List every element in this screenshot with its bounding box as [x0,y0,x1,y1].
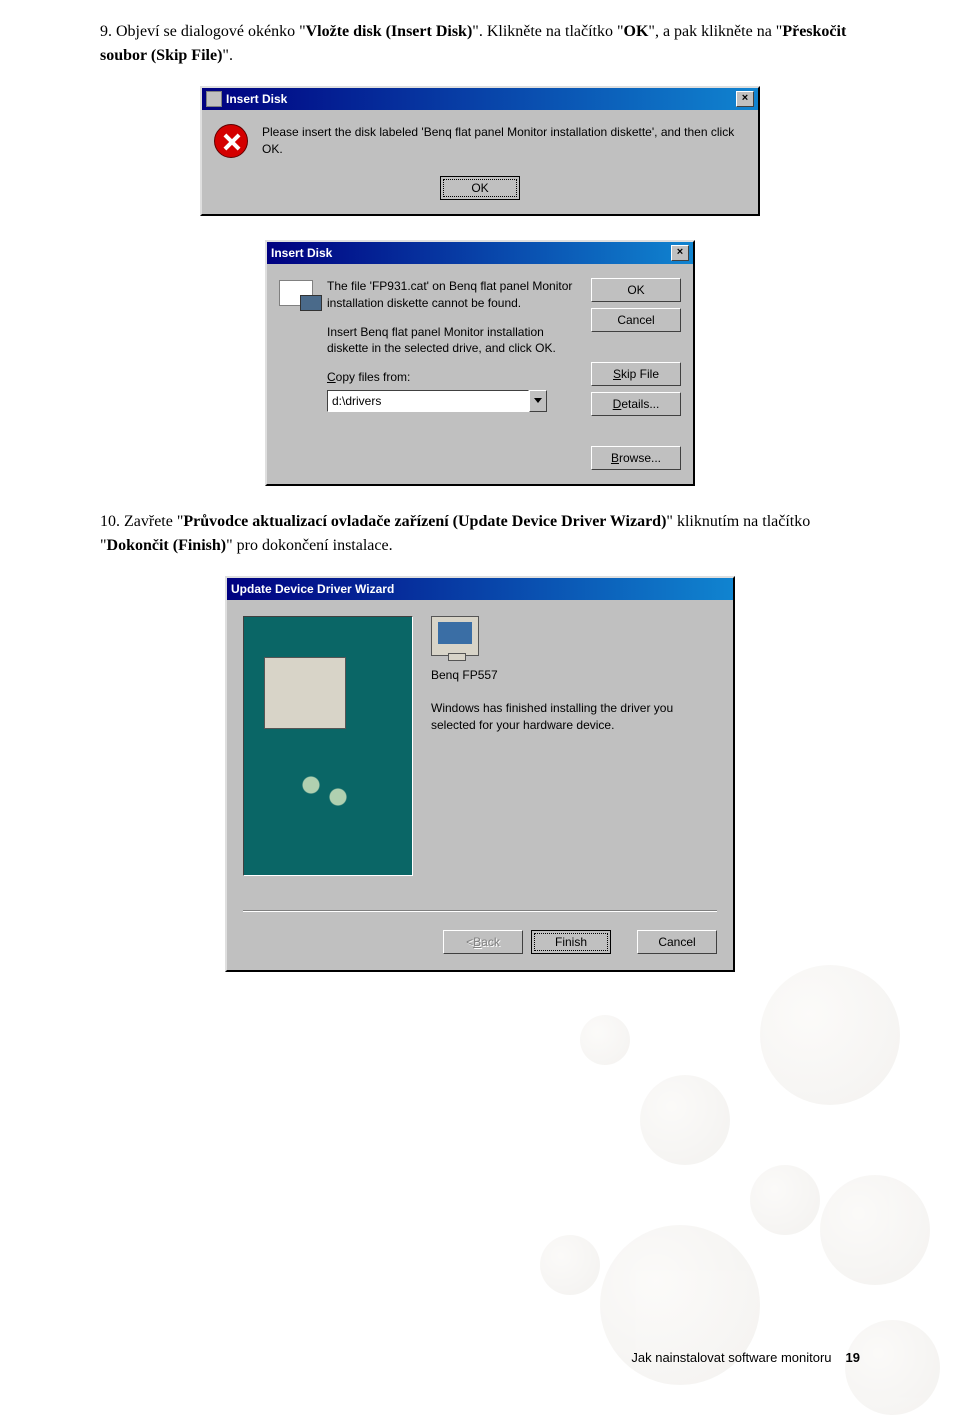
combo-dropdown-button[interactable] [529,390,547,412]
update-driver-wizard-dialog: Update Device Driver Wizard Benq FP557 W… [225,576,735,972]
wizard-illustration [243,616,413,876]
wizard-back-button: < Back [443,930,523,954]
wizard-title: Update Device Driver Wizard [231,582,394,596]
wizard-titlebar[interactable]: Update Device Driver Wizard [227,578,733,600]
dialog1-close-button[interactable]: × [736,91,754,107]
insert-disk-dialog-2: Insert Disk × The file 'FP931.cat' on Be… [265,240,695,486]
dialog2-ok-button[interactable]: OK [591,278,681,302]
dialog2-line2: Insert Benq flat panel Monitor installat… [327,324,577,358]
step-9-num: 9. [100,23,112,40]
dialog2-details-button[interactable]: Details... [591,392,681,416]
step-10-num: 10. [100,513,120,530]
dialog1-message: Please insert the disk labeled 'Benq fla… [262,124,746,158]
error-icon [214,124,248,158]
wizard-message: Windows has finished installing the driv… [431,700,717,734]
floppy-icon [279,280,313,306]
copy-path-combo[interactable] [327,390,547,412]
monitor-icon [431,616,479,656]
dialog2-skip-file-button[interactable]: Skip File [591,362,681,386]
dialog2-line1: The file 'FP931.cat' on Benq flat panel … [327,278,577,312]
dialog2-browse-button[interactable]: Browse... [591,446,681,470]
step-9-instruction: 9. Objeví se dialogové okénko "Vložte di… [100,20,860,68]
dialog2-title: Insert Disk [271,246,332,260]
footer-page-number: 19 [846,1350,860,1365]
wizard-finish-button[interactable]: Finish [531,930,611,954]
copy-path-input[interactable] [327,390,529,412]
dialog1-titlebar[interactable]: Insert Disk × [202,88,758,110]
insert-disk-dialog-1: Insert Disk × Please insert the disk lab… [200,86,760,216]
wizard-cancel-button[interactable]: Cancel [637,930,717,954]
wizard-device-name: Benq FP557 [431,668,717,682]
dialog2-cancel-button[interactable]: Cancel [591,308,681,332]
dialog1-title: Insert Disk [226,92,287,106]
step-10-instruction: 10. Zavřete "Průvodce aktualizací ovlada… [100,510,860,558]
dialog2-close-button[interactable]: × [671,245,689,261]
wizard-separator [243,910,717,912]
dialog2-titlebar[interactable]: Insert Disk × [267,242,693,264]
page-footer: Jak nainstalovat software monitoru 19 [0,1350,960,1365]
footer-text: Jak nainstalovat software monitoru [631,1350,831,1365]
dialog1-ok-button[interactable]: OK [440,176,520,200]
dialog1-app-icon [206,91,222,107]
copy-files-label: Copy files from: [327,370,410,384]
